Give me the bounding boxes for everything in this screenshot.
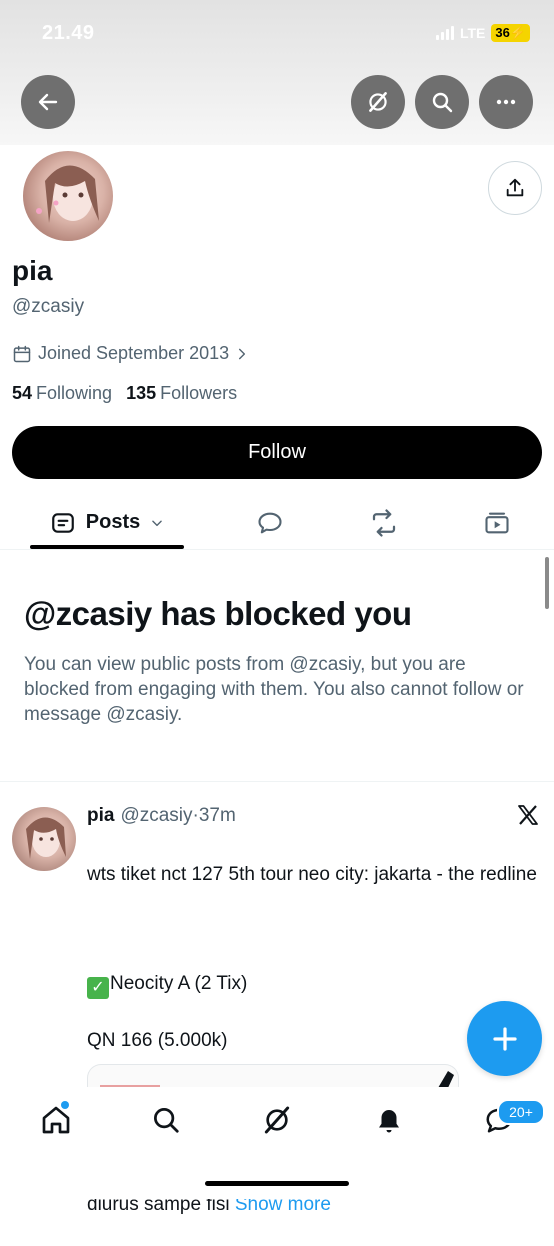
status-indicators: LTE 36⚡ xyxy=(435,24,530,42)
joined-date[interactable]: Joined September 2013 xyxy=(12,343,249,364)
home-indicator xyxy=(205,1181,349,1186)
network-type: LTE xyxy=(459,25,486,41)
search-icon xyxy=(432,92,453,113)
tab-reposts[interactable] xyxy=(354,496,414,549)
profile-handle: @zcasiy xyxy=(12,296,85,317)
nav-home[interactable] xyxy=(38,1102,74,1138)
follow-button[interactable]: Follow xyxy=(12,426,542,479)
post-time: 37m xyxy=(198,805,236,826)
tab-posts[interactable]: Posts xyxy=(30,496,184,549)
chevron-down-icon xyxy=(152,520,163,526)
search-button[interactable] xyxy=(415,75,469,129)
divider xyxy=(0,781,554,782)
following-count: 54 xyxy=(12,383,33,403)
search-icon xyxy=(154,1108,179,1133)
calendar-icon xyxy=(13,345,31,362)
scrollbar[interactable] xyxy=(545,557,549,609)
checkmark-emoji-icon: ✓ xyxy=(87,977,109,999)
blocked-description: You can view public posts from @zcasiy, … xyxy=(24,654,524,725)
x-logo-icon[interactable] xyxy=(516,803,540,834)
status-time: 21.49 xyxy=(42,22,95,44)
post-avatar[interactable] xyxy=(12,807,76,871)
blocked-title: @zcasiy has blocked you xyxy=(24,595,412,632)
battery-level: 36 xyxy=(495,25,510,40)
back-arrow-icon xyxy=(38,93,58,111)
media-icon xyxy=(485,512,509,533)
share-icon xyxy=(506,178,524,197)
reply-bubble-icon xyxy=(258,512,282,533)
share-button[interactable] xyxy=(488,161,542,215)
post-line-2-wrap: ✓ Neocity A (2 Tix) xyxy=(87,970,537,999)
followers-label: Followers xyxy=(160,383,238,403)
post-header: pia @zcasiy · 37m xyxy=(87,805,236,827)
profile-avatar[interactable] xyxy=(20,148,116,244)
battery-indicator: 36⚡ xyxy=(491,24,530,42)
followers-count: 135 xyxy=(126,383,157,403)
messages-badge: 20+ xyxy=(497,1099,545,1125)
profile-name: pia xyxy=(12,255,53,286)
nav-notifications[interactable] xyxy=(371,1102,407,1138)
post-line-2: Neocity A (2 Tix) xyxy=(110,973,248,994)
following-link[interactable]: 54 Following xyxy=(12,383,112,404)
tab-replies[interactable] xyxy=(240,496,300,549)
tab-media[interactable] xyxy=(467,496,527,549)
home-notification-dot xyxy=(61,1101,69,1109)
chevron-right-icon xyxy=(239,348,246,359)
grok-icon xyxy=(264,1106,290,1134)
repost-icon xyxy=(372,508,396,537)
grok-button[interactable] xyxy=(351,75,405,129)
followers-link[interactable]: 135 Followers xyxy=(126,383,237,404)
posts-icon xyxy=(51,512,74,533)
bell-icon xyxy=(379,1110,399,1133)
active-tab-indicator xyxy=(30,545,184,549)
avatar-photo xyxy=(36,165,99,223)
home-icon xyxy=(42,1106,70,1134)
post-author-name[interactable]: pia xyxy=(87,805,114,827)
following-label: Following xyxy=(36,383,113,403)
joined-label: Joined September 2013 xyxy=(38,343,230,363)
plus-icon xyxy=(492,1026,517,1051)
grok-icon xyxy=(369,92,387,112)
back-button[interactable] xyxy=(21,75,75,129)
more-icon xyxy=(496,99,516,105)
profile-tabs: Posts xyxy=(0,496,554,550)
nav-search[interactable] xyxy=(148,1102,184,1138)
post-line-1: wts tiket nct 127 5th tour neo city: jak… xyxy=(87,863,537,885)
post-avatar-photo xyxy=(26,817,66,859)
signal-icon xyxy=(435,26,454,40)
nav-grok[interactable] xyxy=(259,1102,295,1138)
post-author-handle[interactable]: @zcasiy xyxy=(120,805,192,827)
tab-posts-label: Posts xyxy=(85,511,141,533)
follow-counts: 54 Following 135 Followers xyxy=(12,383,237,404)
compose-button[interactable] xyxy=(467,1001,542,1076)
more-button[interactable] xyxy=(479,75,533,129)
